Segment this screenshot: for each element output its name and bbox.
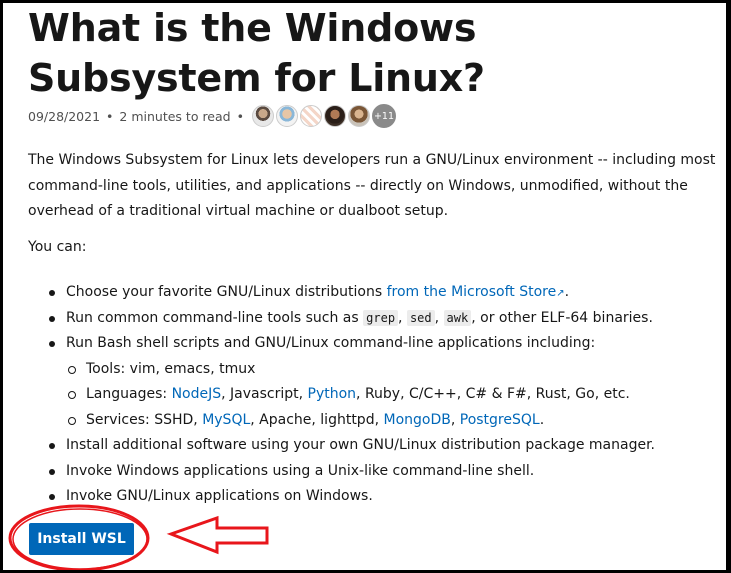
read-time: 2 minutes to read	[119, 108, 231, 124]
list-item-text: ,	[434, 309, 444, 326]
contributors-list[interactable]: +11	[251, 104, 396, 128]
list-item-text: .	[564, 284, 570, 300]
you-can-label: You can:	[28, 239, 87, 255]
mongodb-link[interactable]: MongoDB	[383, 412, 450, 428]
code-sed: sed	[406, 309, 435, 326]
list-item: Run Bash shell scripts and GNU/Linux com…	[28, 331, 655, 357]
install-wsl-button[interactable]: Install WSL	[29, 523, 134, 555]
sub-list-item: Services: SSHD, MySQL, Apache, lighttpd,…	[28, 408, 655, 434]
contributor-avatar[interactable]	[275, 105, 298, 127]
code-grep: grep	[363, 309, 399, 326]
list-item-text: Languages:	[86, 386, 172, 402]
contributor-avatar[interactable]	[347, 105, 370, 127]
sub-list-item: Tools: vim, emacs, tmux	[28, 357, 655, 383]
nodejs-link[interactable]: NodeJS	[172, 386, 222, 402]
mysql-link[interactable]: MySQL	[202, 412, 250, 428]
sub-list-item: Languages: NodeJS, Javascript, Python, R…	[28, 382, 655, 408]
intro-paragraph: The Windows Subsystem for Linux lets dev…	[28, 152, 716, 219]
python-link[interactable]: Python	[308, 386, 357, 402]
list-item-text: , Javascript,	[221, 386, 308, 402]
meta-separator: •	[106, 108, 114, 124]
list-item: Choose your favorite GNU/Linux distribut…	[28, 280, 655, 306]
article-page: What is the Windows Subsystem for Linux?…	[3, 3, 726, 570]
pointer-arrow	[166, 515, 269, 555]
list-item-text: , Apache, lighttpd,	[250, 411, 384, 428]
microsoft-store-link[interactable]: from the Microsoft Store↗	[387, 284, 565, 300]
list-item-text: Run common command-line tools such as	[66, 309, 364, 326]
page-title: What is the Windows Subsystem for Linux?	[28, 6, 485, 100]
contributor-avatar[interactable]	[299, 105, 322, 127]
article-metadata: 09/28/2021 • 2 minutes to read • +11	[28, 104, 396, 128]
postgresql-link[interactable]: PostgreSQL	[460, 412, 540, 428]
list-item: Invoke GNU/Linux applications on Windows…	[28, 484, 655, 510]
publish-date: 09/28/2021	[28, 108, 101, 124]
list-item: Invoke Windows applications using a Unix…	[28, 459, 655, 485]
list-item-text: ,	[398, 309, 407, 326]
list-item-text: ,	[450, 411, 460, 428]
list-item-text: , or other ELF-64 binaries.	[471, 309, 653, 326]
external-link-icon: ↗	[556, 288, 565, 299]
contributor-avatar[interactable]	[323, 105, 346, 127]
list-item-text: Services: SSHD,	[86, 411, 203, 428]
list-item: Install additional software using your o…	[28, 433, 655, 459]
list-item-text: Choose your favorite GNU/Linux distribut…	[66, 284, 387, 300]
contributor-avatar[interactable]	[251, 105, 274, 127]
capabilities-list: Choose your favorite GNU/Linux distribut…	[28, 280, 655, 510]
more-contributors-badge[interactable]: +11	[371, 104, 396, 128]
list-item-text: , Ruby, C/C++, C# & F#, Rust, Go, etc.	[356, 386, 630, 402]
microsoft-store-link-text[interactable]: from the Microsoft Store	[387, 284, 557, 300]
meta-separator: •	[236, 108, 244, 124]
code-awk: awk	[443, 309, 472, 326]
list-item-text: .	[539, 411, 545, 428]
list-item: Run common command-line tools such as gr…	[28, 306, 655, 332]
